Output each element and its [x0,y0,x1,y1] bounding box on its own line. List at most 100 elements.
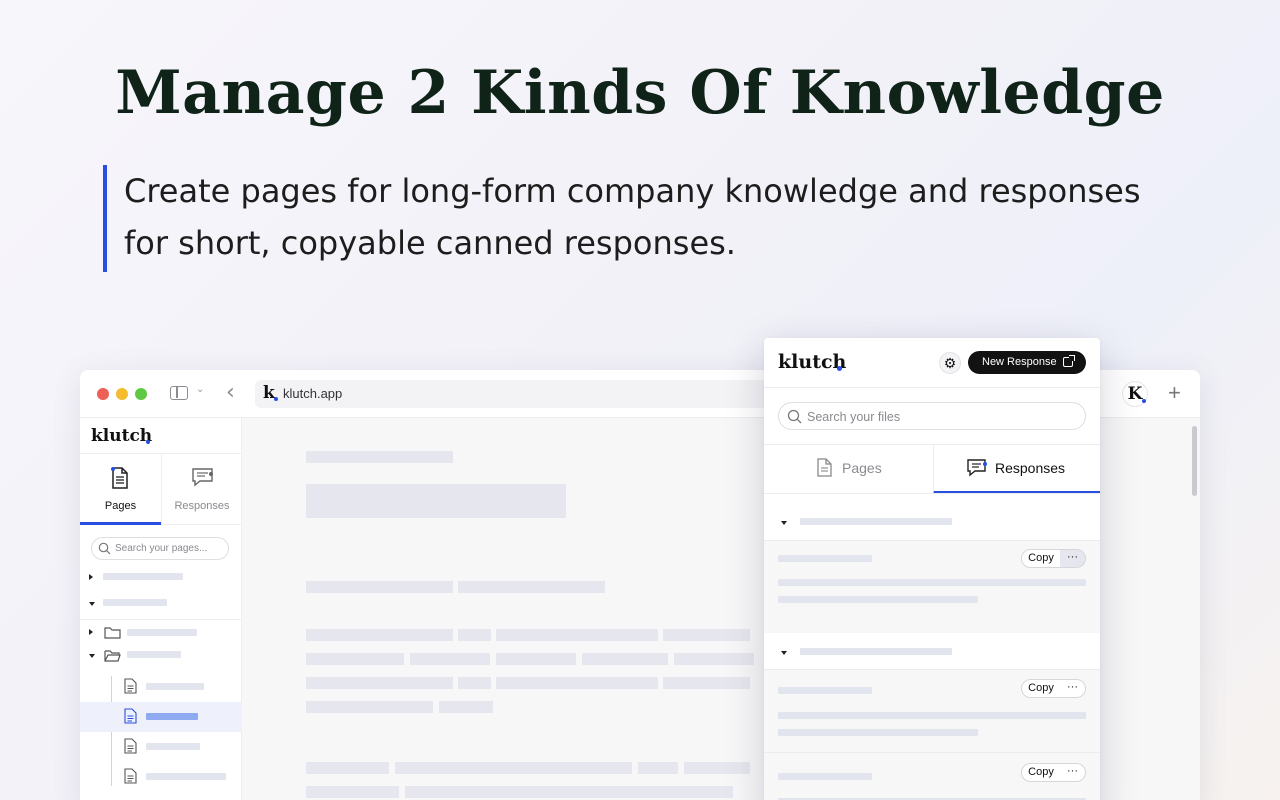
tab-pages-label: Pages [842,460,882,476]
copy-button[interactable]: Copy [1021,763,1061,782]
divider [764,493,1100,494]
plus-icon[interactable]: + [1168,380,1181,406]
response-item[interactable]: Copy ··· [764,541,1100,633]
tab-responses-label: Responses [995,460,1065,476]
search-placeholder: Search your pages... [115,543,207,554]
skeleton-line [306,581,453,593]
skeleton-line [395,762,632,774]
response-title [778,773,872,780]
hero-title: Manage 2 Kinds Of Knowledge [0,58,1280,128]
response-item[interactable]: Copy ··· [764,753,1100,800]
tab-pages[interactable]: Pages [764,444,932,494]
skeleton-line [663,677,750,689]
pages-search-input[interactable]: Search your pages... [91,537,229,560]
logo-dot [837,366,842,371]
tab-responses[interactable]: Responses [161,454,242,525]
new-response-label: New Response [982,356,1057,368]
tab-responses[interactable]: Responses [933,444,1100,494]
group-name [800,518,952,525]
tree-item[interactable] [80,591,242,617]
sidebar-tabs: Pages Responses [80,453,242,525]
page-icon [816,458,833,477]
skeleton-line [306,653,404,665]
back-arrow-icon[interactable]: ‹ [226,380,235,405]
response-title [778,555,872,562]
divider [764,387,1100,388]
response-item[interactable]: Copy ··· [764,670,1100,752]
folder-icon [104,626,121,639]
skeleton-line [306,677,453,689]
skeleton-line [405,786,733,798]
caret-down-icon[interactable] [89,602,95,606]
response-group-header[interactable] [764,505,1100,539]
logo-dot [146,440,150,444]
app-sidebar: klutch Pages [80,418,242,800]
popup-tabs: Pages Responses [764,444,1100,494]
close-window-button[interactable] [97,388,109,400]
tree-item-label [127,651,181,658]
caret-down-icon[interactable] [89,654,95,658]
tree-folder[interactable] [80,643,242,669]
hero-subtitle-block: Create pages for long-form company knowl… [103,165,1203,272]
skeleton-line [306,629,453,641]
more-options-button[interactable]: ··· [1060,763,1086,782]
more-options-button[interactable]: ··· [1060,549,1086,568]
search-placeholder: Search your files [807,410,900,424]
skeleton-line [458,629,491,641]
url-text: klutch.app [283,386,342,401]
tree-page[interactable] [80,732,242,762]
caret-down-icon[interactable] [781,521,787,525]
tree-page[interactable] [80,762,242,792]
search-icon [787,409,802,424]
more-options-button[interactable]: ··· [1060,679,1086,698]
response-preview-line [778,579,1086,586]
tree-item-label [103,573,183,580]
tree-item-label [146,773,226,780]
folder-open-icon [104,649,121,662]
caret-right-icon[interactable] [89,629,93,635]
tree-page[interactable] [80,672,242,702]
copy-button[interactable]: Copy [1021,549,1061,568]
tree-item-label [103,599,167,606]
tree-item-label [146,713,198,720]
tree-folder[interactable] [80,619,242,645]
response-preview-line [778,712,1086,719]
search-icon [98,542,111,555]
new-response-button[interactable]: New Response [968,351,1086,374]
skeleton-line [496,653,576,665]
minimize-window-button[interactable] [116,388,128,400]
caret-down-icon[interactable] [781,651,787,655]
response-group-header[interactable] [764,635,1100,669]
tree-page-selected[interactable] [80,702,242,732]
address-bar[interactable]: k klutch.app [255,380,815,408]
response-preview-line [778,596,978,603]
skeleton-line [663,629,750,641]
copy-button[interactable]: Copy [1021,679,1061,698]
files-search-input[interactable]: Search your files [778,402,1086,430]
document-icon [124,768,137,784]
skeleton-line [496,629,658,641]
skeleton-line [674,653,754,665]
skeleton-title [306,484,566,518]
response-preview-line [778,729,978,736]
tree-item-label [127,629,197,636]
tab-pages-label: Pages [80,500,161,512]
gear-icon[interactable]: ⚙ [939,352,961,374]
skeleton-line [684,762,750,774]
chevron-down-icon[interactable]: ⌄ [196,384,204,395]
tab-pages[interactable]: Pages [80,454,161,525]
skeleton-line [458,677,491,689]
popup-logo: klutch [778,351,846,373]
group-name [800,648,952,655]
skeleton-line [439,701,493,713]
tab-responses-label: Responses [162,500,242,512]
hero-subtitle-line-1: Create pages for long-form company knowl… [124,165,1203,217]
sidebar-toggle-icon[interactable] [170,386,188,400]
tree-item[interactable] [80,565,242,591]
maximize-window-button[interactable] [135,388,147,400]
scrollbar[interactable] [1192,426,1197,496]
skeleton-line [306,762,389,774]
klutch-extension-button[interactable]: K [1122,381,1148,407]
caret-right-icon[interactable] [89,574,93,580]
skeleton-breadcrumb [306,451,453,463]
